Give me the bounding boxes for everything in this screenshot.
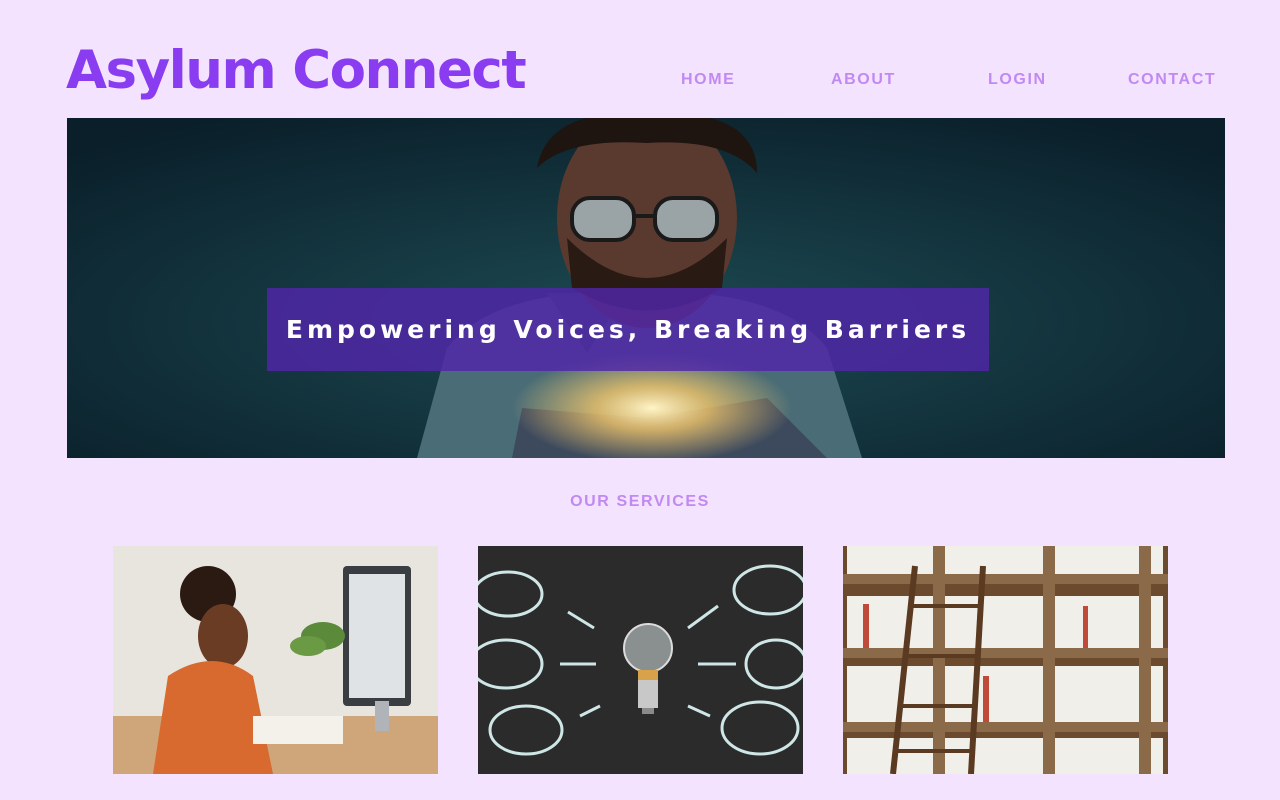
nav-login[interactable]: LOGIN xyxy=(988,70,1047,90)
service-card-3[interactable] xyxy=(843,546,1168,774)
lightbulb-image xyxy=(478,546,803,774)
nav-home[interactable]: HOME xyxy=(681,70,735,90)
hero-tagline-banner: Empowering Voices, Breaking Barriers xyxy=(267,288,989,371)
service-card-1[interactable] xyxy=(113,546,438,774)
site-logo[interactable]: Asylum Connect xyxy=(66,36,527,106)
nav-contact[interactable]: CONTACT xyxy=(1128,70,1216,90)
services-title: OUR SERVICES xyxy=(570,493,710,510)
bookshelf-image xyxy=(843,546,1168,774)
woman-computer-image xyxy=(113,546,438,774)
hero-tagline: Empowering Voices, Breaking Barriers xyxy=(285,315,971,344)
hero-section: Empowering Voices, Breaking Barriers xyxy=(67,118,1225,458)
service-card-2[interactable] xyxy=(478,546,803,774)
nav-about[interactable]: ABOUT xyxy=(831,70,896,90)
